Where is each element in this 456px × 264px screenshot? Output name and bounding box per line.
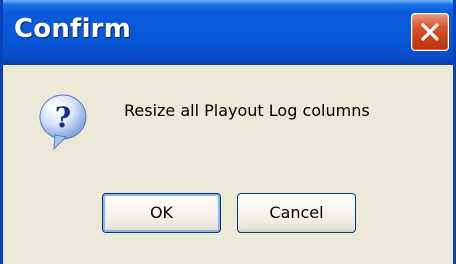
ok-button[interactable]: OK — [102, 193, 221, 233]
close-icon — [421, 23, 439, 41]
confirm-dialog: Confirm ? Resize all Playout Log columns… — [0, 0, 456, 264]
question-icon: ? — [39, 94, 87, 151]
title-bar[interactable]: Confirm — [3, 0, 453, 65]
close-button[interactable] — [411, 13, 449, 51]
dialog-body: ? Resize all Playout Log columns OK Canc… — [3, 65, 453, 264]
svg-text:?: ? — [55, 101, 71, 134]
dialog-title: Confirm — [14, 14, 131, 44]
cancel-button[interactable]: Cancel — [237, 193, 356, 233]
dialog-message: Resize all Playout Log columns — [124, 101, 370, 120]
